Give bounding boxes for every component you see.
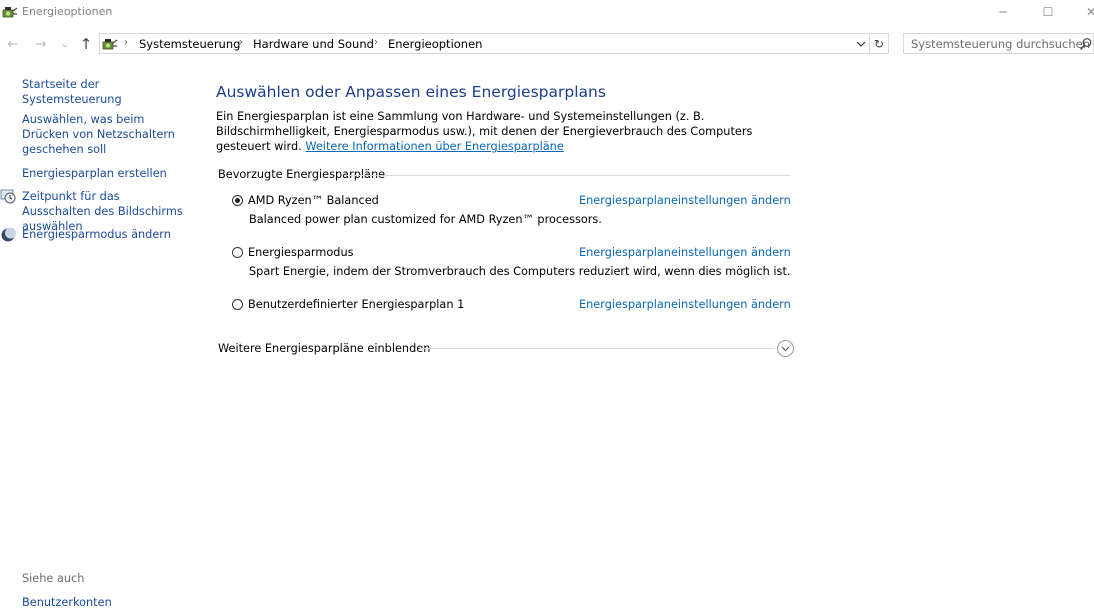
minimize-button[interactable]: ─ xyxy=(980,0,1026,24)
chevron-down-icon xyxy=(856,41,866,47)
change-plan-settings-link[interactable]: Energiesparplaneinstellungen ändern xyxy=(579,298,791,311)
back-button[interactable]: ← xyxy=(4,35,22,53)
change-plan-settings-link[interactable]: Energiesparplaneinstellungen ändern xyxy=(579,246,791,259)
plan-description: Spart Energie, indem der Stromverbrauch … xyxy=(249,265,791,278)
divider xyxy=(420,348,774,349)
page-title: Auswählen oder Anpassen eines Energiespa… xyxy=(216,83,606,101)
forward-button[interactable]: → xyxy=(32,35,50,53)
sidebar-item-power-buttons[interactable]: Auswählen, was beim Drücken von Netzscha… xyxy=(22,112,190,157)
sidebar-item-create-plan[interactable]: Energiesparplan erstellen xyxy=(22,166,192,181)
power-options-icon xyxy=(102,39,118,50)
window-title: Energieoptionen xyxy=(22,5,113,18)
recent-locations-button[interactable]: ⌄ xyxy=(56,35,74,53)
sidebar-item-user-accounts[interactable]: Benutzerkonten xyxy=(22,595,192,610)
power-options-icon xyxy=(2,7,18,18)
more-info-link[interactable]: Weitere Informationen über Energiesparpl… xyxy=(305,140,563,153)
moon-icon xyxy=(1,227,16,242)
plan-name-custom-1[interactable]: Benutzerdefinierter Energiesparplan 1 xyxy=(248,298,464,311)
display-clock-icon xyxy=(0,189,16,204)
address-bar[interactable]: › Systemsteuerung › Hardware und Sound ›… xyxy=(99,33,889,54)
sidebar-item-sleep-mode[interactable]: Energiesparmodus ändern xyxy=(22,227,192,242)
plan-radio-custom-1[interactable] xyxy=(232,299,243,310)
breadcrumb-item[interactable]: Energieoptionen xyxy=(388,37,482,51)
up-button[interactable]: ↑ xyxy=(77,35,95,53)
breadcrumb-separator[interactable]: › xyxy=(239,37,243,48)
page-description: Ein Energiesparplan ist eine Sammlung vo… xyxy=(216,109,786,154)
address-dropdown-button[interactable] xyxy=(853,35,869,52)
search-icon[interactable] xyxy=(1079,37,1093,51)
title-bar: Energieoptionen ─ ☐ ✕ xyxy=(0,0,1094,26)
expand-more-plans-button[interactable] xyxy=(777,340,794,357)
refresh-button[interactable]: ↻ xyxy=(869,34,888,53)
plan-name-amd-balanced[interactable]: AMD Ryzen™ Balanced xyxy=(248,194,379,207)
plan-radio-power-saver[interactable] xyxy=(232,247,243,258)
show-more-plans-label[interactable]: Weitere Energiesparpläne einblenden xyxy=(218,342,430,355)
radio-selected-dot xyxy=(235,198,240,203)
breadcrumb-item[interactable]: Systemsteuerung xyxy=(139,37,240,51)
divider xyxy=(344,175,791,176)
search-input[interactable]: Systemsteuerung durchsuchen xyxy=(911,37,1090,51)
sidebar-item-control-panel-home[interactable]: Startseite der Systemsteuerung xyxy=(22,77,192,107)
plan-description: Balanced power plan customized for AMD R… xyxy=(249,213,602,226)
maximize-button[interactable]: ☐ xyxy=(1025,0,1071,24)
close-button[interactable]: ✕ xyxy=(1068,0,1094,24)
breadcrumb-item[interactable]: Hardware und Sound xyxy=(253,37,374,51)
see-also-heading: Siehe auch xyxy=(22,572,85,585)
chevron-down-icon xyxy=(781,346,790,351)
search-box[interactable]: Systemsteuerung durchsuchen xyxy=(903,33,1094,54)
breadcrumb-separator[interactable]: › xyxy=(124,37,128,48)
plan-name-power-saver[interactable]: Energiesparmodus xyxy=(248,246,354,259)
plan-radio-amd-balanced[interactable] xyxy=(232,195,243,206)
breadcrumb-separator[interactable]: › xyxy=(374,37,378,48)
change-plan-settings-link[interactable]: Energiesparplaneinstellungen ändern xyxy=(579,194,791,207)
